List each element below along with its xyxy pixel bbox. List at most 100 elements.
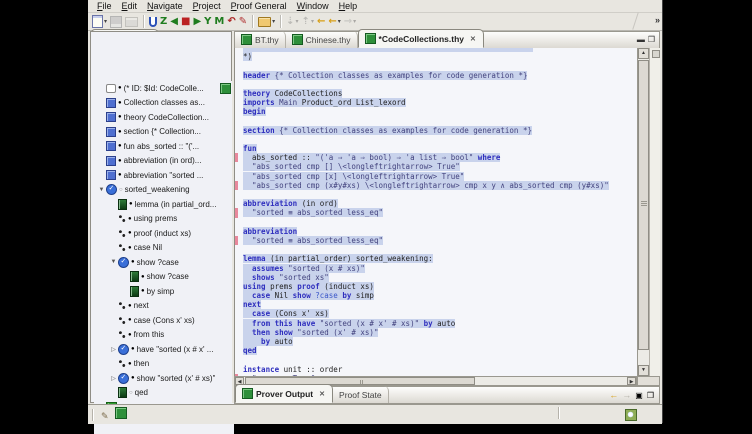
back-button[interactable]: ←▾ bbox=[327, 14, 341, 30]
code-line[interactable]: by auto bbox=[235, 337, 637, 346]
new-button[interactable]: ▾ bbox=[91, 14, 108, 30]
tab-bt-thy[interactable]: BT.thy bbox=[235, 31, 286, 48]
outline-item-show-case[interactable]: ▼●show ?case bbox=[94, 255, 234, 270]
tab-proof-state[interactable]: Proof State bbox=[333, 386, 389, 403]
tab-codecollections-thy[interactable]: *CodeCollections.thy✕ bbox=[358, 29, 484, 48]
code-line[interactable]: fun bbox=[235, 144, 637, 153]
code-line[interactable]: next bbox=[235, 300, 637, 309]
code-line[interactable]: abbreviation bbox=[235, 227, 637, 236]
menu-file[interactable]: File bbox=[92, 1, 117, 11]
code-line[interactable]: section {* Collection classes as example… bbox=[235, 126, 637, 135]
outline-view-menu-icon[interactable] bbox=[220, 83, 231, 94]
code-line[interactable]: "abs_sorted cmp (x#y#xs) \<longleftright… bbox=[235, 181, 637, 190]
outline-item-theory-codecollection[interactable]: ●theory CodeCollection... bbox=[94, 110, 234, 125]
editor-vertical-scrollbar[interactable]: ▲ ▼ bbox=[637, 48, 649, 376]
expand-icon[interactable]: ▷ bbox=[109, 346, 118, 353]
code-line[interactable]: abs_sorted :: "('a ⇒ 'a ⇒ bool) ⇒ 'a lis… bbox=[235, 153, 637, 162]
code-line[interactable]: "sorted ≡ abs_sorted less_eq" bbox=[235, 236, 637, 245]
process-all-button[interactable]: M bbox=[213, 14, 225, 30]
open-file-button[interactable]: ▾ bbox=[257, 14, 276, 30]
undo-step-button[interactable]: ◀ bbox=[169, 14, 179, 30]
code-line[interactable] bbox=[235, 135, 637, 144]
scroll-up-icon[interactable]: ▲ bbox=[638, 48, 649, 59]
code-line[interactable] bbox=[235, 61, 637, 70]
scroll-right-icon[interactable]: ▶ bbox=[627, 377, 636, 385]
menu-window[interactable]: Window bbox=[292, 1, 334, 11]
outline-item-qed[interactable]: ○qed bbox=[94, 386, 234, 401]
dropdown-arrow-icon[interactable]: ▾ bbox=[338, 18, 341, 25]
dropdown-arrow-icon[interactable]: ▾ bbox=[296, 18, 299, 25]
outline-item-abbreviation-sorted[interactable]: ●abbreviation "sorted ... bbox=[94, 168, 234, 183]
code-line[interactable]: qed bbox=[235, 346, 637, 355]
code-line[interactable]: case Nil show ?case by simp bbox=[235, 291, 637, 300]
outline-item-collection-classes-as[interactable]: ●Collection classes as... bbox=[94, 96, 234, 111]
fast-view-icon[interactable]: ✎ bbox=[101, 412, 109, 422]
menu-help[interactable]: Help bbox=[334, 1, 363, 11]
interrupt-button[interactable]: ■ bbox=[180, 14, 191, 30]
code-line[interactable]: case (Cons x' xs) bbox=[235, 309, 637, 318]
code-line[interactable]: abbreviation (in ord) bbox=[235, 199, 637, 208]
code-line[interactable]: instance unit :: order bbox=[235, 365, 637, 374]
outline-item-abbreviation-in-ord[interactable]: ●abbreviation (in ord)... bbox=[94, 154, 234, 169]
dropdown-arrow-icon[interactable]: ▾ bbox=[272, 18, 275, 25]
scroll-down-icon[interactable]: ▼ bbox=[638, 365, 649, 376]
outline-item-from-this[interactable]: ●from this bbox=[94, 328, 234, 343]
outline-item-section-collection[interactable]: ●section {* Collection... bbox=[94, 125, 234, 140]
outline-item-sorted-weakening[interactable]: ▼○sorted_weakening bbox=[94, 183, 234, 198]
code-line[interactable]: "sorted ≡ abs_sorted less_eq" bbox=[235, 208, 637, 217]
code-line[interactable]: begin bbox=[235, 107, 637, 116]
menu-project[interactable]: Project bbox=[188, 1, 226, 11]
code-line[interactable] bbox=[235, 218, 637, 227]
outline-tree[interactable]: ●(* ID: $Id: CodeColle...●Collection cla… bbox=[94, 81, 234, 434]
code-line[interactable]: then show "sorted (x' # xs)" bbox=[235, 328, 637, 337]
code-line[interactable] bbox=[235, 80, 637, 89]
code-line[interactable]: assumes "sorted (x # xs)" bbox=[235, 264, 637, 273]
forward-arrow-icon[interactable]: → bbox=[622, 390, 631, 400]
code-line[interactable]: imports Main Product_ord List_lexord bbox=[235, 98, 637, 107]
code-line[interactable] bbox=[235, 117, 637, 126]
outline-item-lemma-in-partial-ord[interactable]: ●lemma (in partial_ord... bbox=[94, 197, 234, 212]
last-edit-location-button[interactable]: ← bbox=[316, 14, 326, 30]
collapse-icon[interactable]: ▼ bbox=[97, 187, 106, 193]
back-arrow-icon[interactable]: ← bbox=[609, 390, 618, 400]
editor-area[interactable]: *)header {* Collection classes as exampl… bbox=[234, 48, 637, 376]
collapse-icon[interactable]: ▼ bbox=[109, 259, 118, 265]
outline-item-fun-abs-sorted[interactable]: ●fun abs_sorted :: "('... bbox=[94, 139, 234, 154]
menu-edit[interactable]: Edit bbox=[117, 1, 143, 11]
code-line[interactable]: "abs_sorted cmp [] \<longleftrightarrow>… bbox=[235, 162, 637, 171]
close-icon[interactable]: ✕ bbox=[469, 34, 477, 44]
code-line[interactable] bbox=[235, 245, 637, 254]
close-icon[interactable]: ✕ bbox=[318, 389, 326, 399]
maximize-icon[interactable]: ❒ bbox=[647, 391, 654, 400]
progress-icon[interactable] bbox=[625, 409, 637, 421]
code-line[interactable]: from this have "sorted (x # x' # xs)" by… bbox=[235, 319, 637, 328]
outline-item-then[interactable]: ●then bbox=[94, 357, 234, 372]
outline-item-case-cons-x-xs[interactable]: ●case (Cons x' xs) bbox=[94, 313, 234, 328]
outline-item-next[interactable]: ●next bbox=[94, 299, 234, 314]
outline-item-proof-induct-xs[interactable]: ●proof (induct xs) bbox=[94, 226, 234, 241]
code-line[interactable]: theory CodeCollections bbox=[235, 89, 637, 98]
goto-point-button[interactable]: Y bbox=[203, 14, 212, 30]
code-line[interactable] bbox=[235, 355, 637, 364]
tab-prover-output[interactable]: Prover Output✕ bbox=[235, 384, 333, 403]
restart-button[interactable]: ✎ bbox=[238, 14, 248, 30]
outline-item-have-sorted-x-x[interactable]: ▷●have "sorted (x # x' ... bbox=[94, 342, 234, 357]
outline-item-using-prems[interactable]: ●using prems bbox=[94, 212, 234, 227]
menu-proof-general[interactable]: Proof General bbox=[226, 1, 292, 11]
toolbar-overflow-chevron[interactable]: » bbox=[655, 15, 659, 25]
code-line[interactable]: *) bbox=[235, 52, 637, 61]
overview-ruler[interactable] bbox=[649, 48, 660, 386]
code-line[interactable]: using prems proof (induct xs) bbox=[235, 282, 637, 291]
code-line[interactable]: "abs_sorted cmp [x] \<longleftrightarrow… bbox=[235, 172, 637, 181]
expand-icon[interactable]: ▷ bbox=[109, 375, 118, 382]
maximize-icon[interactable]: ❒ bbox=[648, 36, 655, 44]
pin-icon[interactable]: ▣ bbox=[635, 391, 643, 400]
code-line[interactable]: lemma (in partial_order) sorted_weakenin… bbox=[235, 254, 637, 263]
next-step-button[interactable]: ▶ bbox=[192, 14, 202, 30]
dropdown-arrow-icon[interactable]: ▾ bbox=[104, 18, 107, 25]
undo-button[interactable]: ↶ bbox=[226, 14, 236, 30]
menu-navigate[interactable]: Navigate bbox=[142, 1, 188, 11]
activate-scripting-button[interactable] bbox=[148, 14, 158, 30]
code-line[interactable]: shows "sorted xs" bbox=[235, 273, 637, 282]
outline-item-show-case[interactable]: ●show ?case bbox=[94, 270, 234, 285]
